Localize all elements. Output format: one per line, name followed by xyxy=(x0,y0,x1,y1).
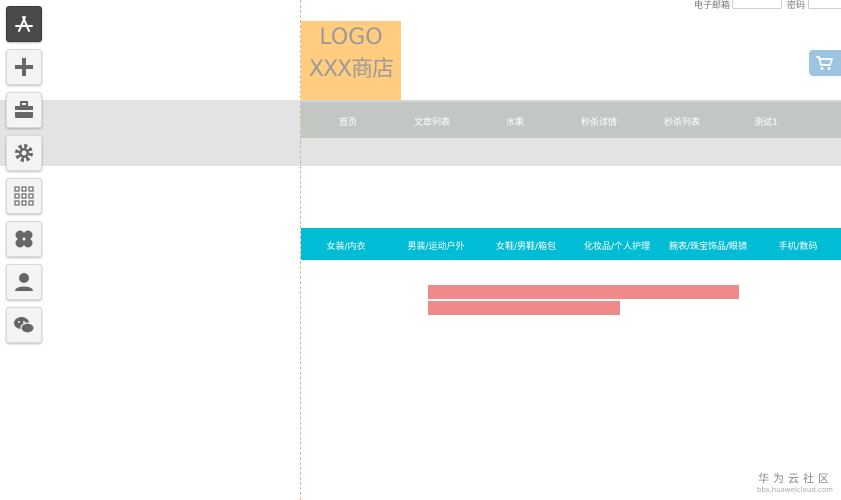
nav-item-flash-list[interactable]: 秒杀列表 xyxy=(664,115,700,128)
category-item-cosmetics[interactable]: 化妆品/个人护理 xyxy=(584,239,650,252)
category-item-womens[interactable]: 女装/内衣 xyxy=(326,239,365,252)
clover-icon[interactable] xyxy=(6,221,42,257)
wechat-icon[interactable] xyxy=(6,307,42,343)
user-icon[interactable] xyxy=(6,264,42,300)
cart-icon xyxy=(816,56,833,70)
nav-item-fruit[interactable]: 水果 xyxy=(506,115,524,128)
watermark: 华为云社区 bbs.huaweicloud.com xyxy=(757,470,833,494)
nav-item-test1[interactable]: 测试1 xyxy=(754,115,778,128)
category-item-phones[interactable]: 手机/数码 xyxy=(778,239,817,252)
main-nav: 首页 文章列表 水果 秒杀详情 秒杀列表 测试1 xyxy=(301,100,841,138)
watermark-url: bbs.huaweicloud.com xyxy=(756,486,833,494)
store-logo[interactable]: LOGO XXX商店 xyxy=(301,21,401,101)
email-label: 电子邮箱 xyxy=(694,1,731,11)
category-item-mens[interactable]: 男装/运动户外 xyxy=(407,239,464,252)
category-item-watches-jewelry[interactable]: 腕表/珠宝饰品/眼镜 xyxy=(669,239,747,252)
email-field[interactable] xyxy=(732,0,782,9)
password-label: 密码 xyxy=(787,1,806,11)
nav-item-articles[interactable]: 文章列表 xyxy=(414,115,450,128)
logo-text: LOGO xyxy=(319,25,383,50)
toolbox-icon[interactable] xyxy=(6,92,42,128)
watermark-title: 华为云社区 xyxy=(758,472,833,485)
app-store-icon[interactable] xyxy=(6,6,42,42)
highlight-block xyxy=(428,301,620,315)
nav-item-flash-detail[interactable]: 秒杀详情 xyxy=(581,115,617,128)
category-nav: 女装/内衣 男装/运动户外 女鞋/男鞋/箱包 化妆品/个人护理 腕表/珠宝饰品/… xyxy=(301,228,841,260)
highlight-block xyxy=(428,285,739,299)
password-field[interactable] xyxy=(808,0,841,9)
plus-icon[interactable] xyxy=(6,49,42,85)
nav-item-home[interactable]: 首页 xyxy=(339,115,357,128)
category-item-shoes-bags[interactable]: 女鞋/男鞋/箱包 xyxy=(496,239,556,252)
left-toolbar xyxy=(6,6,42,350)
grid-icon[interactable] xyxy=(6,178,42,214)
cart-button[interactable] xyxy=(809,50,841,76)
gear-icon[interactable] xyxy=(6,135,42,171)
store-name: XXX商店 xyxy=(308,57,394,82)
